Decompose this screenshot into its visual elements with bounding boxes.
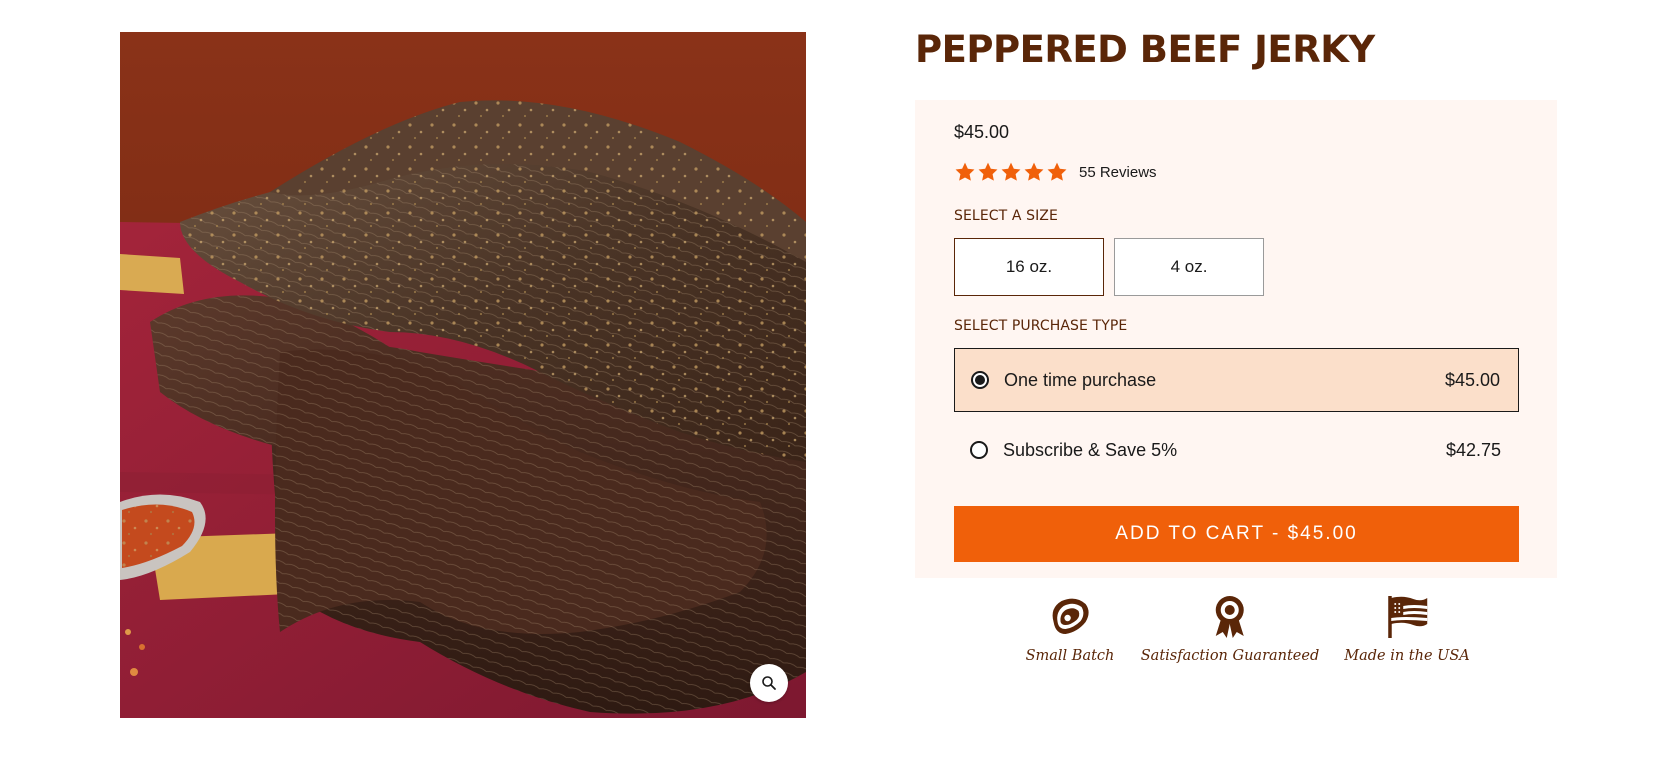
badge-satisfaction: Satisfaction Guaranteed xyxy=(1140,592,1320,664)
reviews-link[interactable]: 55 Reviews xyxy=(1079,164,1157,181)
purchase-option-price: $42.75 xyxy=(1445,439,1501,460)
size-options: 16 oz. 4 oz. xyxy=(954,238,1264,296)
product-title: PEPPERED BEEF JERKY xyxy=(915,28,1375,71)
badge-label: Satisfaction Guaranteed xyxy=(1140,648,1320,664)
purchase-option-label: Subscribe & Save 5% xyxy=(1003,439,1178,460)
badge-small-batch: Small Batch xyxy=(1025,592,1115,664)
radio-unselected-icon[interactable] xyxy=(970,441,988,459)
us-flag-icon xyxy=(1388,596,1427,638)
star-icon xyxy=(955,162,975,181)
badge-label: Made in the USA xyxy=(1344,648,1470,664)
star-icon xyxy=(1001,162,1021,181)
product-image[interactable] xyxy=(120,32,806,718)
badge-made-in-usa: Made in the USA xyxy=(1344,592,1470,664)
size-option-16oz[interactable]: 16 oz. xyxy=(954,238,1104,296)
steak-icon xyxy=(1053,598,1089,634)
purchase-option-price: $45.00 xyxy=(1444,369,1500,390)
jerky-photo xyxy=(120,32,806,718)
purchase-panel: $45.00 55 Reviews SELECT A SIZE 16 oz. 4… xyxy=(915,100,1557,578)
feature-badges: Small Batch Satisfaction Guaranteed Made… xyxy=(915,592,1557,682)
magnifier-icon xyxy=(762,676,776,690)
purchase-option-one-time[interactable]: One time purchase $45.00 xyxy=(954,348,1519,412)
purchase-option-subscribe[interactable]: Subscribe & Save 5% $42.75 xyxy=(954,418,1519,482)
badge-label: Small Batch xyxy=(1025,648,1115,664)
radio-dot xyxy=(975,375,985,385)
radio-selected-icon[interactable] xyxy=(971,371,989,389)
award-ribbon-icon xyxy=(1215,596,1244,638)
star-icon xyxy=(978,162,998,181)
product-price: $45.00 xyxy=(954,122,1010,142)
zoom-button[interactable] xyxy=(750,664,788,702)
size-option-4oz[interactable]: 4 oz. xyxy=(1114,238,1264,296)
star-icon xyxy=(1024,162,1044,181)
add-to-cart-button[interactable]: ADD TO CART - $45.00 xyxy=(954,506,1519,562)
rating[interactable]: 55 Reviews xyxy=(954,161,1157,183)
purchase-option-label: One time purchase xyxy=(1004,369,1157,390)
star-rating xyxy=(954,161,1068,183)
star-icon xyxy=(1047,162,1067,181)
size-section-label: SELECT A SIZE xyxy=(954,208,1058,224)
purchase-type-section-label: SELECT PURCHASE TYPE xyxy=(954,318,1128,334)
